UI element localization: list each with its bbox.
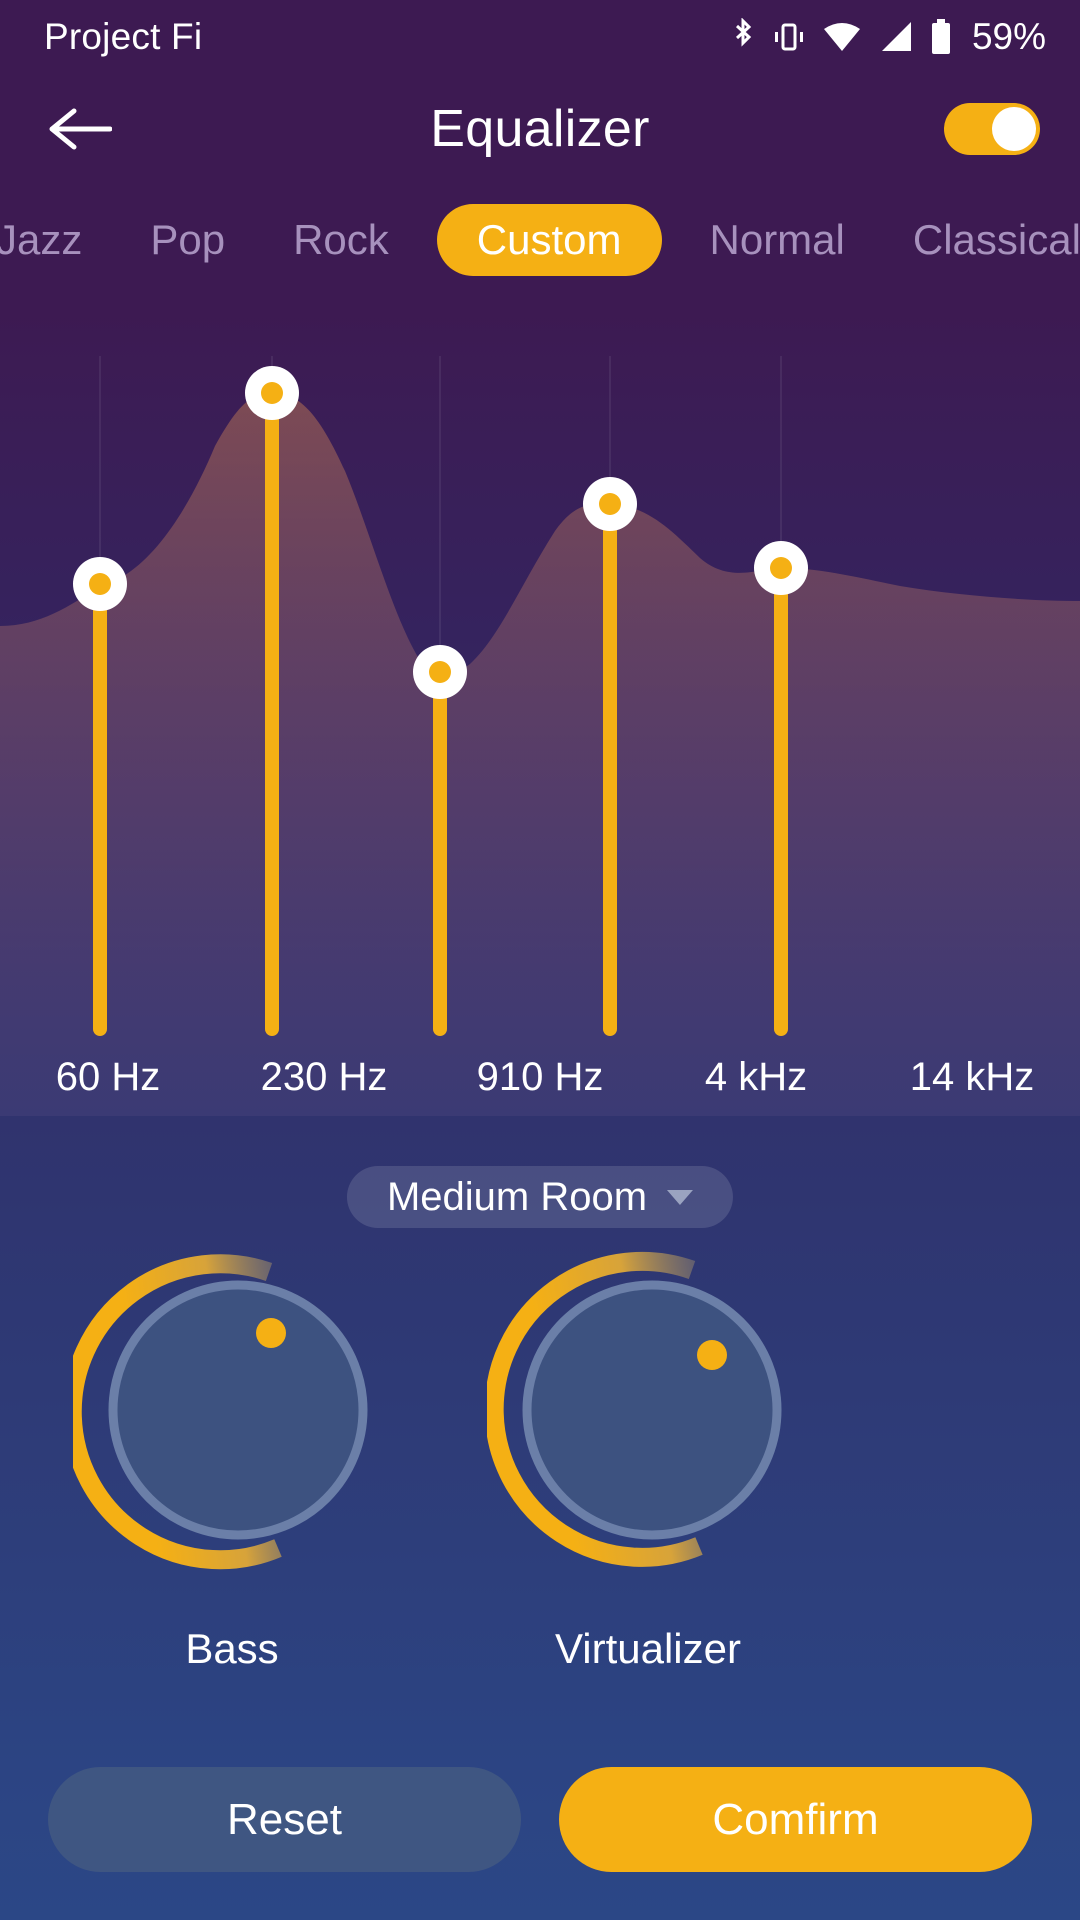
freq-label-4khz: 4 kHz xyxy=(704,1055,808,1099)
carrier-label: Project Fi xyxy=(44,16,203,57)
vibrate-icon xyxy=(774,23,803,51)
virtualizer-knob-face[interactable] xyxy=(522,1280,782,1540)
bass-knob-indicator xyxy=(256,1318,286,1348)
back-arrow-icon xyxy=(49,108,112,150)
eq-slider-910hz[interactable] xyxy=(413,645,467,1036)
virtualizer-knob-indicator xyxy=(697,1340,727,1370)
cellular-signal-icon xyxy=(881,22,911,51)
tab-pop[interactable]: Pop xyxy=(116,204,259,276)
bluetooth-icon xyxy=(735,18,752,47)
preset-tab-strip: Jazz Pop Rock Custom Normal Classical xyxy=(0,204,1080,276)
tab-rock[interactable]: Rock xyxy=(259,204,423,276)
frequency-label-row: 60 Hz 230 Hz 910 Hz 4 kHz 14 kHz xyxy=(0,1055,1080,1100)
freq-label-14khz: 14 kHz xyxy=(909,1055,1035,1099)
tab-classical[interactable]: Classical xyxy=(879,204,1080,276)
back-button[interactable] xyxy=(42,92,116,166)
bass-knob-svg xyxy=(73,1254,368,1570)
preset-tabs[interactable]: Jazz Pop Rock Custom Normal Classical xyxy=(0,184,1080,296)
bass-knob-label: Bass xyxy=(185,1625,279,1672)
page-title: Equalizer xyxy=(430,100,650,158)
reverb-preset-dropdown[interactable]: Medium Room xyxy=(346,1166,734,1228)
freq-label-910hz: 910 Hz xyxy=(476,1055,604,1099)
virtualizer-knob[interactable] xyxy=(487,1245,817,1575)
battery-icon xyxy=(931,19,950,54)
tab-custom[interactable]: Custom xyxy=(436,204,662,276)
equalizer-graph[interactable] xyxy=(0,296,1080,1116)
virtualizer-knob-svg xyxy=(487,1251,782,1567)
bass-knob[interactable] xyxy=(73,1245,403,1575)
reverb-preset-value: Medium Room xyxy=(386,1174,648,1219)
status-bar: Project Fi 59% xyxy=(0,0,1080,74)
tab-normal[interactable]: Normal xyxy=(676,204,879,276)
eq-slider-230hz[interactable] xyxy=(245,366,299,1036)
battery-percent-label: 59% xyxy=(971,16,1046,57)
confirm-button[interactable]: Comfirm xyxy=(559,1767,1032,1872)
eq-slider-60hz[interactable] xyxy=(73,557,127,1036)
virtualizer-knob-label: Virtualizer xyxy=(555,1625,741,1672)
chevron-down-icon xyxy=(667,1189,694,1205)
eq-slider-4khz[interactable] xyxy=(583,477,637,1036)
tab-jazz[interactable]: Jazz xyxy=(0,204,116,276)
system-icons: 59% xyxy=(730,16,1046,58)
knob-row xyxy=(0,1245,1080,1665)
freq-label-60hz: 60 Hz xyxy=(55,1055,161,1099)
action-button-row: Reset Comfirm xyxy=(0,1767,1080,1872)
wifi-icon xyxy=(823,23,860,51)
equalizer-enable-toggle[interactable] xyxy=(944,103,1040,155)
app-bar: Equalizer xyxy=(0,74,1080,184)
bass-knob-face[interactable] xyxy=(108,1280,368,1540)
freq-label-230hz: 230 Hz xyxy=(260,1055,388,1099)
eq-sliders[interactable] xyxy=(0,296,1080,1116)
eq-slider-14khz[interactable] xyxy=(754,541,808,1036)
toggle-knob xyxy=(992,107,1036,151)
reset-button[interactable]: Reset xyxy=(48,1767,521,1872)
